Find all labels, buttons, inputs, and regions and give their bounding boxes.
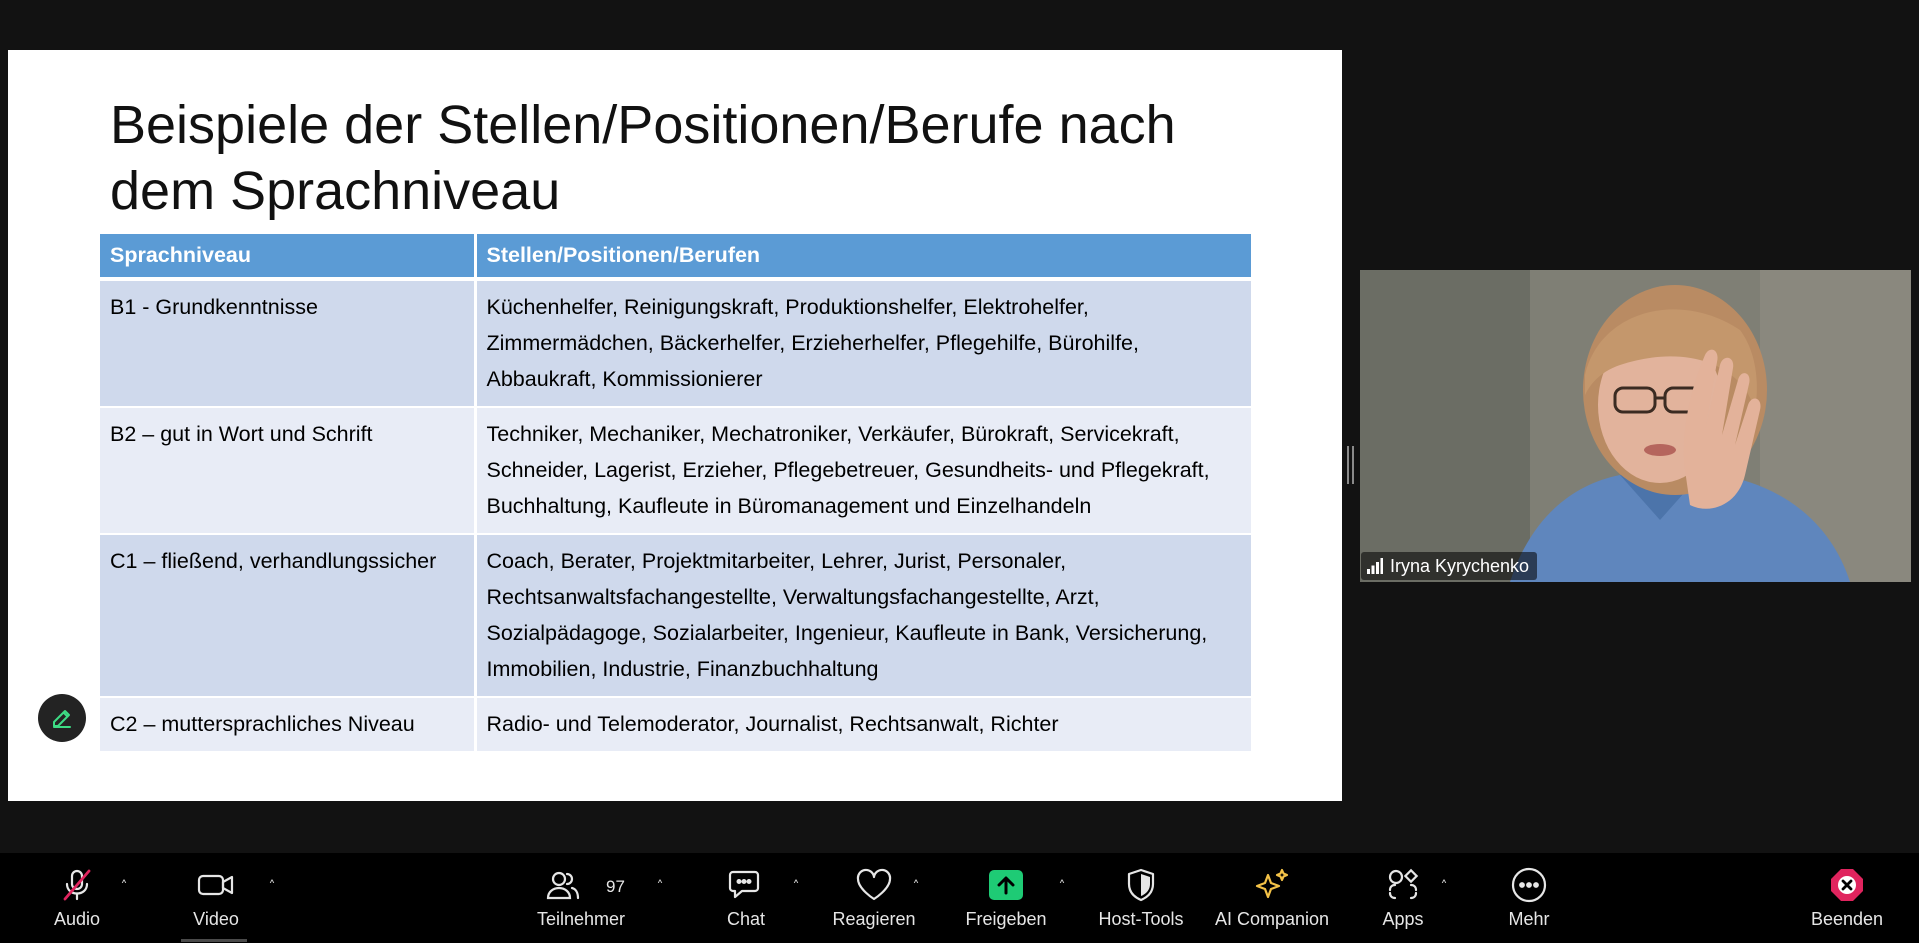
apps-button[interactable]: Apps: [1380, 865, 1426, 930]
panel-resize-handle[interactable]: [1347, 446, 1355, 484]
meeting-toolbar: Audio ˄ Video ˄ Teilnehmer 97 ˄ Chat ˄ R…: [0, 853, 1919, 943]
share-screen-icon: [989, 870, 1023, 900]
table-header-level: Sprachniveau: [100, 234, 477, 281]
shared-screen-slide: Beispiele der Stellen/Positionen/Berufe …: [8, 50, 1342, 801]
participants-label: Teilnehmer: [536, 909, 626, 929]
heart-icon: [856, 868, 892, 901]
more-label: Mehr: [1508, 909, 1550, 929]
participants-icon: [546, 871, 580, 900]
ai-companion-button[interactable]: AI Companion: [1212, 865, 1332, 930]
audio-options-chevron-icon[interactable]: ˄: [116, 879, 132, 895]
share-screen-label: Freigeben: [965, 909, 1047, 929]
table-row: B2 – gut in Wort und Schrift Techniker, …: [100, 407, 1251, 535]
end-meeting-button[interactable]: Beenden: [1808, 865, 1886, 930]
table-cell-jobs: Küchenhelfer, Reinigungskraft, Produktio…: [475, 279, 1251, 408]
table-cell-jobs: Coach, Berater, Projektmitarbeiter, Lehr…: [475, 534, 1251, 698]
participant-name: Iryna Kyrychenko: [1390, 555, 1530, 576]
react-options-chevron-icon[interactable]: ˄: [908, 879, 924, 895]
language-level-table: Sprachniveau Stellen/Positionen/Berufen …: [100, 234, 1251, 753]
audio-button[interactable]: Audio: [50, 865, 104, 930]
microphone-muted-icon: [63, 869, 91, 901]
video-options-chevron-icon[interactable]: ˄: [264, 879, 280, 895]
sparkle-icon: [1255, 868, 1289, 899]
participants-options-chevron-icon[interactable]: ˄: [652, 879, 668, 895]
participant-video-tile[interactable]: Iryna Kyrychenko: [1360, 270, 1911, 582]
host-tools-button[interactable]: Host-Tools: [1094, 865, 1188, 930]
audio-label: Audio: [53, 909, 101, 929]
table-row: C2 – muttersprachliches Niveau Radio- un…: [100, 697, 1251, 753]
end-meeting-label: Beenden: [1810, 909, 1884, 929]
table-row: B1 - Grundkenntnisse Küchenhelfer, Reini…: [100, 279, 1251, 408]
ai-companion-label: AI Companion: [1214, 909, 1330, 929]
table-cell-level: B1 - Grundkenntnisse: [100, 279, 477, 408]
share-options-chevron-icon[interactable]: ˄: [1054, 879, 1070, 895]
video-label: Video: [193, 909, 239, 929]
chat-options-chevron-icon[interactable]: ˄: [788, 879, 804, 895]
table-row: C1 – fließend, verhandlungssicher Coach,…: [100, 534, 1251, 698]
close-icon: [1831, 869, 1863, 901]
shield-icon: [1127, 868, 1155, 902]
table-cell-jobs: Techniker, Mechaniker, Mechatroniker, Ve…: [475, 407, 1251, 535]
participants-count: 97: [606, 877, 625, 896]
participant-name-tag: Iryna Kyrychenko: [1361, 552, 1538, 580]
chat-button[interactable]: Chat: [720, 865, 772, 930]
share-screen-button[interactable]: Freigeben: [962, 865, 1050, 930]
table-cell-level: B2 – gut in Wort und Schrift: [100, 407, 477, 535]
table-cell-level: C2 – muttersprachliches Niveau: [100, 697, 477, 753]
host-tools-label: Host-Tools: [1098, 909, 1184, 929]
participant-video-image: [1360, 270, 1911, 582]
apps-icon: [1388, 868, 1419, 900]
apps-options-chevron-icon[interactable]: ˄: [1436, 879, 1452, 895]
table-cell-jobs: Radio- und Telemoderator, Journalist, Re…: [475, 697, 1251, 753]
table-header-jobs: Stellen/Positionen/Berufen: [475, 234, 1251, 281]
annotate-button[interactable]: [38, 694, 86, 742]
apps-label: Apps: [1382, 909, 1424, 929]
active-indicator: [181, 939, 247, 942]
chat-icon: [728, 870, 760, 899]
participants-button[interactable]: Teilnehmer: [533, 865, 629, 930]
chat-label: Chat: [726, 909, 766, 929]
pencil-icon: [53, 710, 71, 728]
react-label: Reagieren: [832, 909, 916, 929]
video-button[interactable]: Video: [188, 865, 244, 930]
react-button[interactable]: Reagieren: [830, 865, 918, 930]
table-header-row: Sprachniveau Stellen/Positionen/Berufen: [100, 234, 1251, 281]
table-cell-level: C1 – fließend, verhandlungssicher: [100, 534, 477, 698]
more-icon: [1511, 867, 1547, 903]
video-camera-icon: [197, 874, 234, 896]
signal-strength-icon: [1367, 558, 1383, 574]
more-button[interactable]: Mehr: [1506, 865, 1552, 930]
slide-title: Beispiele der Stellen/Positionen/Berufe …: [110, 95, 1176, 221]
